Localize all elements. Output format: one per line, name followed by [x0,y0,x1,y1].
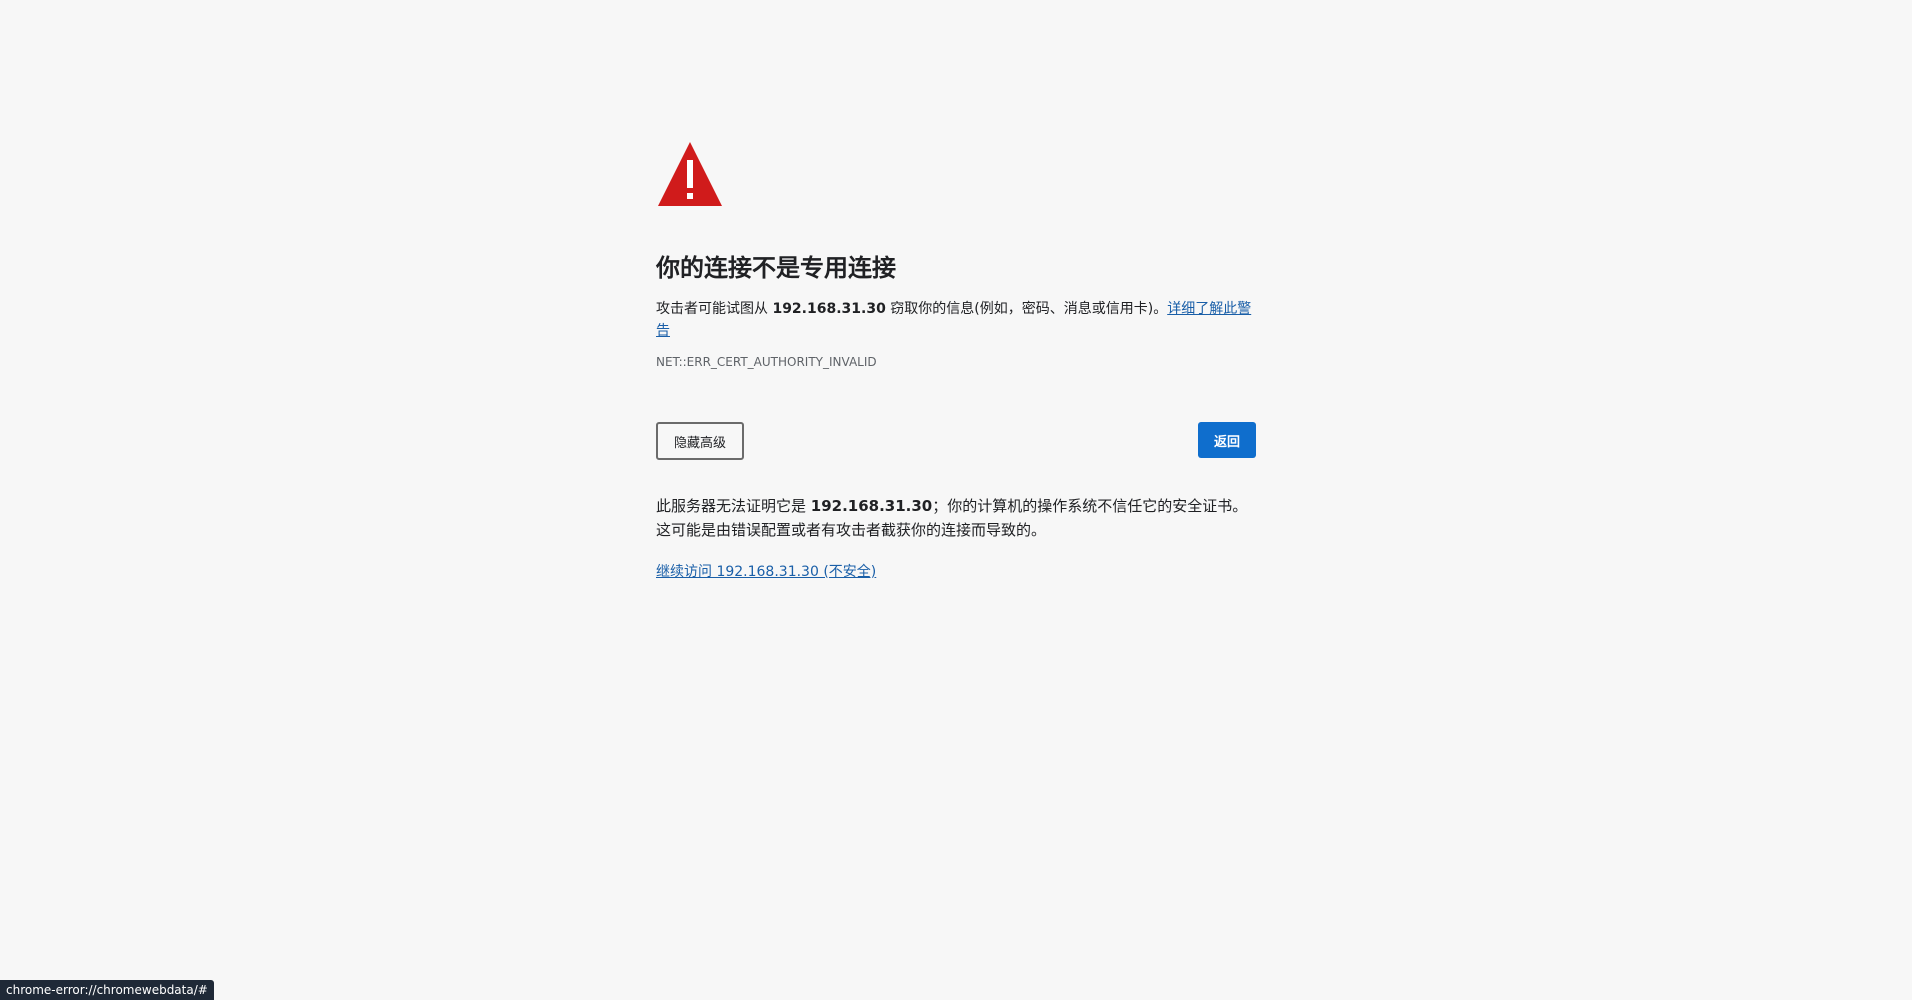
page-title: 你的连接不是专用连接 [656,254,896,282]
summary-suffix: 窃取你的信息(例如，密码、消息或信用卡)。 [885,301,1168,317]
status-bar-url: chrome-error://chromewebdata/# [0,980,214,1000]
explanation-host: 192.168.31.30 [810,497,933,515]
warning-summary: 攻击者可能试图从 192.168.31.30 窃取你的信息(例如，密码、消息或信… [656,298,1256,342]
summary-host: 192.168.31.30 [772,301,886,317]
explanation-prefix: 此服务器无法证明它是 [656,497,811,515]
warning-triangle-icon [658,142,722,206]
summary-prefix: 攻击者可能试图从 [656,301,773,317]
error-code: NET::ERR_CERT_AUTHORITY_INVALID [656,355,877,369]
button-row: 隐藏高级 返回 [656,422,1256,460]
advanced-explanation: 此服务器无法证明它是 192.168.31.30；你的计算机的操作系统不信任它的… [656,494,1256,542]
proceed-unsafe-link[interactable]: 继续访问 192.168.31.30 (不安全) [656,564,876,580]
main-content: 你的连接不是专用连接 攻击者可能试图从 192.168.31.30 窃取你的信息… [656,140,1256,582]
interstitial-page: 你的连接不是专用连接 攻击者可能试图从 192.168.31.30 窃取你的信息… [0,0,1912,1000]
hide-advanced-button[interactable]: 隐藏高级 [656,422,745,460]
back-button[interactable]: 返回 [1197,422,1256,458]
proceed-paragraph: 继续访问 192.168.31.30 (不安全) [656,562,1256,582]
